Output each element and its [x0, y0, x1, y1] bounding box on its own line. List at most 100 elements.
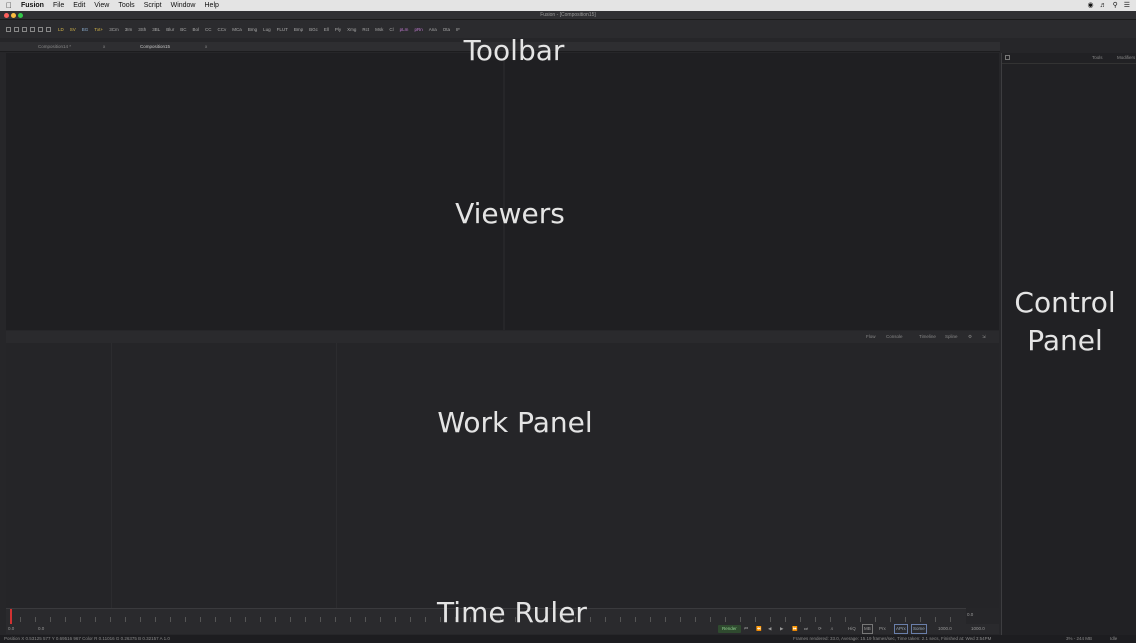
menu-edit[interactable]: Edit	[73, 0, 85, 11]
tab-timeline[interactable]: Timeline	[919, 334, 936, 339]
tool-loader-button[interactable]: LD	[58, 27, 64, 32]
loop-icon[interactable]: ⟳	[818, 624, 822, 634]
menu-window[interactable]: Window	[171, 0, 196, 11]
global-end-field[interactable]: 1000.0	[971, 624, 985, 634]
step-forward-icon[interactable]: ⏩	[792, 624, 798, 634]
ruler-tick	[275, 617, 276, 622]
panel-expand-icon[interactable]: ⇲	[982, 334, 986, 340]
tool-xmg-button[interactable]: Xmg	[347, 27, 356, 32]
control-panel-tabs: Tools Modifiers	[1002, 53, 1136, 64]
go-to-end-icon[interactable]: ⏭	[804, 624, 808, 634]
tool-3d-shape-button[interactable]: 3Sh	[138, 27, 146, 32]
viewer-right[interactable]	[505, 53, 999, 330]
tool-ota-button[interactable]: Ota	[443, 27, 450, 32]
tool-blur-button[interactable]: Blur	[166, 27, 174, 32]
notification-center-icon[interactable]: ☰	[1124, 0, 1130, 11]
control-panel-menu-icon[interactable]	[1005, 55, 1010, 60]
play-icon[interactable]: ▶	[780, 624, 783, 634]
tool-lug-button[interactable]: Lug	[263, 27, 271, 32]
tool-bmp-button[interactable]: Bmp	[294, 27, 303, 32]
tool-saver-button[interactable]: SV	[70, 27, 76, 32]
tool-ana-button[interactable]: Ana	[429, 27, 437, 32]
render-button[interactable]: Render	[718, 625, 741, 633]
tab-composition15[interactable]: Composition15	[140, 42, 170, 52]
tool-3d-camera-button[interactable]: 3Cm	[109, 27, 119, 32]
tab-tools[interactable]: Tools	[1092, 53, 1103, 63]
tool-prn-button[interactable]: pRn	[414, 27, 422, 32]
ruler-tick	[365, 617, 366, 622]
global-start-field[interactable]: 0.0	[8, 624, 14, 634]
menu-app-name[interactable]: Fusion	[21, 0, 44, 11]
new-comp-icon[interactable]	[6, 26, 11, 32]
audio-icon[interactable]: ♬	[830, 624, 835, 634]
play-reverse-icon[interactable]: ◀	[768, 624, 771, 634]
tool-plm-button[interactable]: pLm	[400, 27, 409, 32]
go-to-start-icon[interactable]: ⏮	[744, 624, 748, 634]
tool-text-button[interactable]: Txt+	[94, 27, 103, 32]
tool-polygon-button[interactable]: Ply	[335, 27, 341, 32]
aprx-toggle[interactable]: APrx	[894, 624, 908, 634]
some-toggle[interactable]: Some	[911, 624, 927, 634]
panel-settings-icon[interactable]: ⚙	[968, 334, 972, 340]
ruler-tick	[80, 617, 81, 622]
render-end-field[interactable]: 1000.0	[938, 624, 952, 634]
prx-toggle[interactable]: Prx	[879, 624, 886, 634]
tool-3d-image-button[interactable]: 3Im	[125, 27, 133, 32]
menu-file[interactable]: File	[53, 0, 64, 11]
volume-icon[interactable]: ♬	[1100, 0, 1107, 11]
ruler-tick	[20, 617, 21, 622]
undo-icon[interactable]	[30, 26, 35, 32]
open-comp-icon[interactable]	[14, 26, 19, 32]
redo-icon[interactable]	[38, 26, 43, 32]
spotlight-search-icon[interactable]: ⚲	[1113, 0, 1118, 11]
menu-view[interactable]: View	[94, 0, 109, 11]
step-back-icon[interactable]: ⏪	[756, 624, 762, 634]
tool-background-button[interactable]: BG	[82, 27, 89, 32]
playhead[interactable]	[10, 609, 12, 625]
ruler-tick	[95, 617, 96, 622]
mb-toggle[interactable]: MB	[862, 624, 873, 634]
menu-script[interactable]: Script	[144, 0, 162, 11]
ruler-tick	[710, 617, 711, 622]
tab-spline[interactable]: Spline	[945, 334, 958, 339]
apple-menu-icon[interactable]: 	[6, 0, 12, 11]
ruler-tick	[905, 617, 906, 622]
tool-mca-button[interactable]: MCa	[232, 27, 242, 32]
work-panel-divider	[111, 343, 112, 608]
save-comp-icon[interactable]	[22, 26, 27, 32]
work-panel[interactable]	[6, 343, 999, 608]
tab-modifiers[interactable]: Modifiers	[1117, 53, 1135, 63]
ruler-tick	[260, 617, 261, 622]
tool-bc-button[interactable]: BC	[180, 27, 186, 32]
tab-composition14-close-icon[interactable]: x	[103, 42, 105, 52]
menu-tools[interactable]: Tools	[118, 0, 134, 11]
viewer-left[interactable]	[6, 53, 503, 330]
hiq-toggle[interactable]: HiQ	[848, 624, 856, 634]
tab-composition15-close-icon[interactable]: x	[205, 42, 207, 52]
tool-mask-button[interactable]: Msk	[375, 27, 383, 32]
tab-console[interactable]: Console	[886, 334, 903, 339]
tool-if-button[interactable]: IF	[456, 27, 460, 32]
ruler-tick	[725, 617, 726, 622]
tab-flow[interactable]: Flow	[866, 334, 876, 339]
status-position-color: Position X 0.53125 577 Y 0.69516 967 Col…	[4, 636, 170, 641]
tool-cl-button[interactable]: Cl	[389, 27, 393, 32]
tool-bgc-button[interactable]: BGc	[309, 27, 318, 32]
mac-menubar:  Fusion File Edit View Tools Script Win…	[0, 0, 1136, 11]
tool-flut-button[interactable]: FLUT	[277, 27, 288, 32]
ruler-tick	[935, 617, 936, 622]
menu-help[interactable]: Help	[205, 0, 219, 11]
wifi-icon[interactable]: ◉	[1087, 0, 1093, 11]
tool-ellipse-button[interactable]: Ell	[324, 27, 329, 32]
tool-bol-button[interactable]: Bol	[193, 27, 200, 32]
ruler-tick	[110, 617, 111, 622]
tool-rectangle-button[interactable]: Rct	[362, 27, 369, 32]
tab-composition14[interactable]: Composition14 *	[38, 42, 71, 52]
tool-cc-button[interactable]: CC	[205, 27, 212, 32]
tool-ccv-button[interactable]: CCv	[218, 27, 227, 32]
ruler-tick	[890, 617, 891, 622]
tool-3d-bender-button[interactable]: 3BL	[152, 27, 160, 32]
tool-bmg-button[interactable]: Bmg	[248, 27, 257, 32]
render-start-field[interactable]: 0.0	[38, 624, 44, 634]
print-icon[interactable]	[46, 26, 51, 32]
